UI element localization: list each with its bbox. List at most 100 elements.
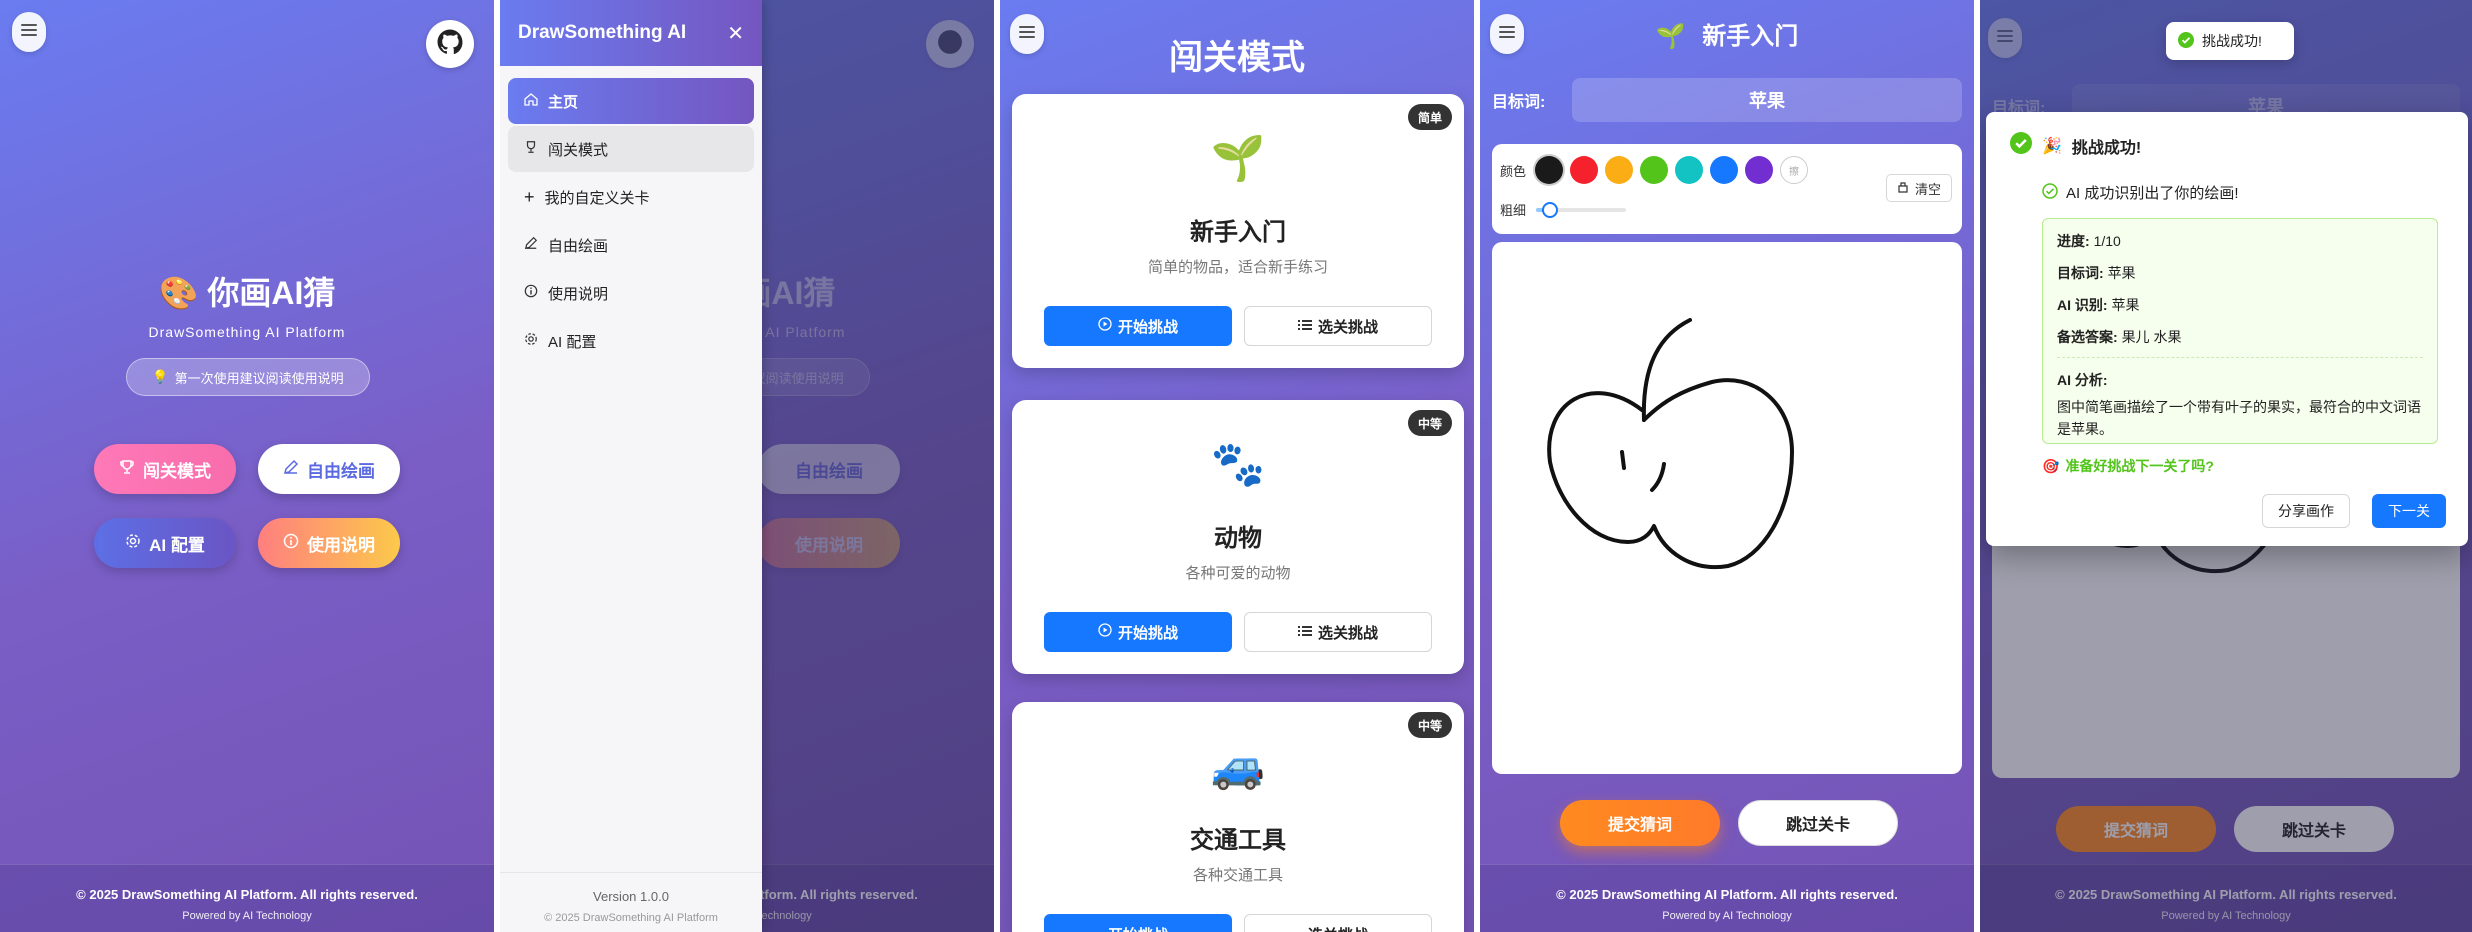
- list-icon: [1297, 318, 1312, 335]
- clear-icon: [1897, 181, 1909, 196]
- sidebar-item-free-draw[interactable]: 自由绘画: [508, 222, 754, 268]
- select-level-button[interactable]: 选关挑战: [1244, 914, 1432, 932]
- close-icon[interactable]: ✕: [727, 21, 744, 46]
- page-footer: © 2025 DrawSomething AI Platform. All ri…: [0, 864, 494, 932]
- free-draw-button[interactable]: 自由绘画: [258, 444, 400, 494]
- target-icon: 🎯: [2042, 457, 2060, 474]
- success-screen: 目标词: 苹果 提交猜词 跳过关卡 © 2025 DrawSomething A…: [1980, 0, 2472, 932]
- clear-button[interactable]: 清空: [1885, 174, 1952, 202]
- footer-powered: Powered by AI Technology: [182, 910, 312, 922]
- target-row: 目标词: 苹果: [1492, 78, 1962, 122]
- sidebar: DrawSomething AI ✕ 主页 闯关模式 + 我的自定义关卡 自由绘…: [500, 0, 762, 932]
- start-challenge-button[interactable]: 开始挑战: [1044, 612, 1232, 652]
- target-row: 目标词: 苹果: [2057, 265, 2136, 281]
- difficulty-badge: 中等: [1407, 712, 1452, 738]
- sidebar-copyright: © 2025 DrawSomething AI Platform: [544, 912, 718, 924]
- trophy-icon: [524, 140, 538, 158]
- play-icon: [1098, 317, 1112, 335]
- play-icon: [1098, 623, 1112, 641]
- sidebar-footer: Version 1.0.0 © 2025 DrawSomething AI Pl…: [500, 872, 762, 932]
- level-name: 新手入门: [1702, 23, 1799, 50]
- start-challenge-button[interactable]: 开始挑战: [1044, 914, 1232, 932]
- color-label: 颜色: [1500, 163, 1527, 179]
- color-swatch-cyan[interactable]: [1675, 156, 1704, 184]
- color-swatch-red[interactable]: [1570, 156, 1599, 184]
- home-icon: [524, 92, 538, 110]
- success-modal: 🎉 挑战成功! AI 成功识别出了你的绘画! 进度: 1/10 目标词: 苹果 …: [1986, 112, 2468, 546]
- level-card: 简单 🌱 新手入门 简单的物品，适合新手练习 开始挑战 选关挑战: [1012, 94, 1464, 368]
- ai-result-row: AI 识别: 苹果: [2057, 297, 2140, 313]
- color-swatch-blue[interactable]: [1710, 156, 1739, 184]
- check-circle-icon: [2178, 31, 2194, 51]
- result-details: 进度: 1/10 目标词: 苹果 AI 识别: 苹果 备选答案: 果儿 水果 A…: [2042, 218, 2438, 444]
- recognized-message: AI 成功识别出了你的绘画!: [2042, 182, 2239, 203]
- select-level-button[interactable]: 选关挑战: [1244, 612, 1432, 652]
- sidebar-title: DrawSomething AI: [518, 22, 687, 43]
- level-desc: 各种交通工具: [1192, 867, 1283, 884]
- alt-answers-row: 备选答案: 果儿 水果: [2057, 327, 2423, 358]
- thickness-label: 粗细: [1500, 203, 1527, 218]
- level-name: 交通工具: [1190, 827, 1286, 854]
- level-card: 中等 🐾 动物 各种可爱的动物 开始挑战 选关挑战: [1012, 400, 1464, 674]
- list-icon: [1297, 624, 1312, 641]
- sidebar-item-instructions[interactable]: 使用说明: [508, 270, 754, 316]
- level-name: 动物: [1214, 525, 1262, 552]
- start-challenge-button[interactable]: 开始挑战: [1044, 306, 1232, 346]
- github-button[interactable]: [426, 20, 474, 68]
- menu-button[interactable]: [12, 12, 46, 52]
- level-desc: 简单的物品，适合新手练习: [1147, 259, 1328, 276]
- page-title: 闯关模式: [1169, 39, 1305, 77]
- page-footer: © 2025 DrawSomething AI Platform. All ri…: [1480, 864, 1974, 932]
- color-swatch-green[interactable]: [1640, 156, 1669, 184]
- submit-guess-button[interactable]: 提交猜词: [1560, 800, 1720, 846]
- eraser-icon[interactable]: 擦: [1780, 156, 1809, 184]
- sprout-icon: 🌱: [1210, 134, 1266, 183]
- color-swatch-black[interactable]: [1535, 156, 1564, 184]
- drawing-canvas[interactable]: [1492, 242, 1962, 774]
- app-title: 🎨 你画AI猜: [158, 275, 336, 311]
- target-word: 苹果: [1572, 78, 1962, 122]
- color-swatch-orange[interactable]: [1605, 156, 1634, 184]
- info-icon: [524, 284, 538, 302]
- check-circle-icon: [2010, 132, 2032, 159]
- select-level-button[interactable]: 选关挑战: [1244, 306, 1432, 346]
- app-subtitle: DrawSomething AI Platform: [148, 324, 346, 340]
- thickness-slider[interactable]: [1536, 201, 1627, 218]
- color-swatch-purple[interactable]: [1745, 156, 1774, 184]
- plus-icon: +: [524, 186, 535, 207]
- color-picker: 颜色 擦: [1500, 156, 1809, 184]
- slider-handle[interactable]: [1542, 201, 1559, 218]
- hamburger-icon: [21, 23, 37, 42]
- sidebar-item-home[interactable]: 主页: [508, 78, 754, 124]
- sidebar-item-ai-config[interactable]: AI 配置: [508, 318, 754, 364]
- gear-icon: [125, 533, 141, 554]
- next-level-button[interactable]: 下一关: [2372, 494, 2446, 528]
- trophy-icon: [119, 459, 135, 480]
- drawing-screen: 🌱 新手入门 目标词: 苹果 颜色 擦 粗细 清空 提交猜词 跳过关卡 © 20…: [1480, 0, 1974, 932]
- analysis-text: 图中简笔画描绘了一个带有叶子的果实，最符合的中文词语是苹果。: [2057, 399, 2421, 437]
- target-label: 目标词:: [1492, 94, 1546, 111]
- level-mode-button[interactable]: 闯关模式: [94, 444, 236, 494]
- analysis-label: AI 分析:: [2057, 372, 2108, 388]
- instructions-button[interactable]: 使用说明: [258, 518, 400, 568]
- level-header: 🌱 新手入门: [1480, 16, 1974, 51]
- thickness-control: 粗细: [1500, 200, 1627, 219]
- share-button[interactable]: 分享画作: [2262, 494, 2350, 528]
- skip-level-button[interactable]: 跳过关卡: [1738, 800, 1898, 846]
- success-toast: 挑战成功!: [2166, 22, 2294, 60]
- level-mode-screen: 闯关模式 简单 🌱 新手入门 简单的物品，适合新手练习 开始挑战 选关挑战 中等…: [1000, 0, 1474, 932]
- hint-badge: 💡 第一次使用建议阅读使用说明: [126, 358, 370, 396]
- sidebar-item-custom-levels[interactable]: + 我的自定义关卡: [508, 174, 754, 220]
- ai-config-button[interactable]: AI 配置: [94, 518, 236, 568]
- car-icon: 🚙: [1210, 742, 1266, 791]
- sidebar-item-level-mode[interactable]: 闯关模式: [508, 126, 754, 172]
- next-prompt: 🎯 准备好挑战下一关了吗?: [2042, 457, 2214, 475]
- bulb-icon: 💡: [152, 369, 169, 384]
- toolbar: 颜色 擦 粗细 清空: [1492, 144, 1962, 234]
- sidebar-header: DrawSomething AI ✕: [500, 0, 762, 66]
- paw-icon: 🐾: [1210, 440, 1266, 489]
- footer-copyright: © 2025 DrawSomething AI Platform. All ri…: [76, 887, 418, 902]
- modal-title: 🎉 挑战成功!: [2010, 132, 2141, 159]
- sprout-icon: 🌱: [1655, 23, 1686, 50]
- info-icon: [283, 533, 299, 554]
